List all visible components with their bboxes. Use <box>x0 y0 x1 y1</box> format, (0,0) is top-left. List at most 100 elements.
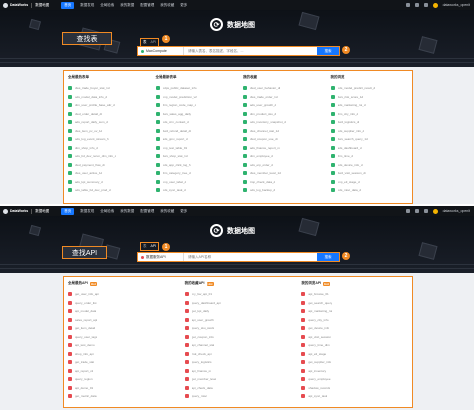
list-item[interactable]: shadow_records <box>297 384 412 393</box>
nav-item[interactable]: 数据发现 <box>80 3 94 8</box>
list-item[interactable]: api_report_v2 <box>64 367 181 376</box>
list-item[interactable]: tmp_model_prediction_v2 <box>152 93 240 102</box>
nav-item[interactable]: 更多 <box>180 209 187 214</box>
nav-item[interactable]: 首页 <box>61 1 75 9</box>
list-item[interactable]: ods_log_backup_d <box>239 186 327 195</box>
settings-icon[interactable] <box>414 209 419 213</box>
list-item[interactable]: ods_erp_order_d <box>239 161 327 170</box>
list-item[interactable]: dws_item_pv_uv_1d <box>64 127 152 136</box>
list-item[interactable]: api_etl_stage <box>297 350 412 359</box>
list-item[interactable]: get_kpi_daily <box>181 307 298 316</box>
avatar[interactable] <box>432 2 438 8</box>
language-icon[interactable] <box>423 3 428 7</box>
search-type-select[interactable]: 数据服务API <box>138 253 184 261</box>
list-item[interactable]: api_browse_01 <box>297 290 412 299</box>
list-item[interactable]: dws_trade_order_1d <box>239 93 327 102</box>
nav-item[interactable]: 配置管理 <box>140 3 154 8</box>
list-item[interactable]: query_city_info <box>297 316 412 325</box>
list-item[interactable]: api_sync_task <box>297 392 412 401</box>
list-item[interactable]: dws_shop_stat_1d <box>152 152 240 161</box>
nav-item[interactable]: 我的收藏 <box>160 3 174 8</box>
list-item[interactable]: query_misc <box>181 392 298 401</box>
list-item[interactable]: dwd_order_detail_di <box>64 110 152 119</box>
list-item[interactable]: odps_public_dataset_info <box>152 84 240 93</box>
list-item[interactable]: query_region <box>64 375 181 384</box>
list-item[interactable]: dim_city_info_d <box>327 110 413 119</box>
list-item[interactable]: get_member_level <box>181 375 298 384</box>
list-item[interactable]: ads_dashboard_d <box>327 144 413 153</box>
list-item[interactable]: dws_member_level_1d <box>239 169 327 178</box>
list-item[interactable]: dim_shop_info_d <box>64 144 152 153</box>
list-item[interactable]: tmp_user_label_d <box>152 178 240 187</box>
list-item[interactable]: dws_sales_agg_daily <box>152 110 240 119</box>
list-item[interactable]: api_check_data <box>181 384 298 393</box>
list-item[interactable]: dws_search_query_1d <box>327 135 413 144</box>
list-item[interactable]: dws_user_active_1d <box>64 169 152 178</box>
tab-api[interactable]: API <box>151 40 157 45</box>
user-name[interactable]: dataworks_openit <box>443 209 470 213</box>
list-item[interactable]: api_marketing_roi <box>297 307 412 316</box>
list-item[interactable]: ods_inventory_snapshot_d <box>239 118 327 127</box>
tab-table[interactable]: 表 <box>143 244 147 249</box>
list-item[interactable]: query_sku_stock <box>181 324 298 333</box>
language-icon[interactable] <box>423 209 428 213</box>
list-item[interactable]: get_search_query <box>297 299 412 308</box>
nav-item[interactable]: 全局检索 <box>100 209 114 214</box>
list-item[interactable]: ads_user_growth_d <box>239 101 327 110</box>
list-item[interactable]: query_employee <box>297 375 412 384</box>
list-item[interactable]: dwd_logistics_di <box>327 118 413 127</box>
search-button[interactable]: 搜索 <box>317 47 339 55</box>
list-item[interactable]: sales_report_api <box>64 316 181 325</box>
list-item[interactable]: dim_region_code_map_d <box>152 101 240 110</box>
list-item[interactable]: dws_risk_score_1d <box>327 93 413 102</box>
list-item[interactable]: query_logistics <box>181 358 298 367</box>
tab-api[interactable]: API <box>151 244 157 249</box>
search-input[interactable] <box>184 47 317 55</box>
nav-item[interactable]: 数据发现 <box>80 209 94 214</box>
dataworks-logo-icon[interactable] <box>3 2 8 8</box>
list-item[interactable]: api_model_data <box>64 307 181 316</box>
list-item[interactable]: tmp_check_data_d <box>239 178 327 187</box>
list-item[interactable]: ods_model_predict_result_d <box>327 84 413 93</box>
list-item[interactable]: api_finance_m <box>181 367 298 376</box>
avatar[interactable] <box>432 208 438 214</box>
list-item[interactable]: api_test_demo <box>64 341 181 350</box>
list-item[interactable]: ods_misc_data_d <box>327 186 413 195</box>
nav-item[interactable]: 我的数据 <box>120 209 134 214</box>
list-item[interactable]: ads_marketing_roi_d <box>327 101 413 110</box>
list-item[interactable]: my_fav_api_01 <box>181 290 298 299</box>
list-item[interactable]: query_dashboard_api <box>181 299 298 308</box>
list-item[interactable]: ads_kpi_summary_d <box>64 178 152 187</box>
list-item[interactable]: ods_crm_contact_d <box>152 118 240 127</box>
list-item[interactable]: get_device_info <box>297 324 412 333</box>
search-button[interactable]: 搜索 <box>317 253 339 261</box>
list-item[interactable]: ods_sync_task_d <box>152 186 240 195</box>
list-item[interactable]: dwd_coupon_use_di <box>239 135 327 144</box>
list-item[interactable]: dwd_refund_detail_di <box>152 127 240 136</box>
list-item[interactable]: shop_info_api <box>64 350 181 359</box>
help-icon[interactable] <box>405 3 410 7</box>
list-item[interactable]: ads_finance_report_m <box>239 144 327 153</box>
list-item[interactable]: api_user_growth <box>181 316 298 325</box>
list-item[interactable]: ods_bd_dev_rerun_dim_info_d <box>64 152 152 161</box>
list-item[interactable]: dwd_visit_session_di <box>327 169 413 178</box>
search-type-select[interactable]: MaxCompute <box>138 47 184 55</box>
list-item[interactable]: dws_trade_buyer_stat_1d <box>64 84 152 93</box>
list-item[interactable]: ods_app_click_log_h <box>152 161 240 170</box>
settings-icon[interactable] <box>414 3 419 7</box>
list-item[interactable]: dim_user_profile_base_attr_d <box>64 101 152 110</box>
tab-table[interactable]: 表 <box>143 40 147 45</box>
list-item[interactable]: get_trade_stat <box>64 358 181 367</box>
list-item[interactable]: ods_log_event_stream_h <box>64 135 152 144</box>
list-item[interactable]: tmp_test_table_01 <box>152 144 240 153</box>
list-item[interactable]: ods_supplier_info_d <box>327 127 413 136</box>
list-item[interactable]: api_inventory <box>297 367 412 376</box>
list-item[interactable]: risk_check_api <box>181 350 298 359</box>
help-icon[interactable] <box>405 209 410 213</box>
list-item[interactable]: api_channel_stat <box>181 341 298 350</box>
dataworks-logo-icon[interactable] <box>3 208 8 214</box>
list-item[interactable]: get_coupon_info <box>181 333 298 342</box>
user-name[interactable]: dataworks_openit <box>443 3 470 7</box>
nav-item[interactable]: 更多 <box>180 3 187 8</box>
list-item[interactable]: dim_employee_d <box>239 152 327 161</box>
